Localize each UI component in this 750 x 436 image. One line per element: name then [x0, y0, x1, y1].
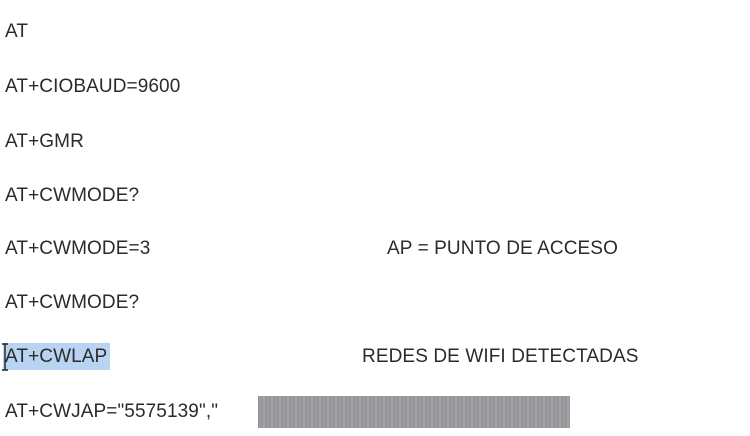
note-wifi-networks: REDES DE WIFI DETECTADAS [362, 346, 639, 367]
command-at: AT [5, 21, 29, 42]
selected-text-cwlap[interactable]: AT+CWLAP [3, 343, 111, 370]
document-page: AT AT+CIOBAUD=9600 AT+GMR AT+CWMODE? AT+… [0, 0, 750, 436]
command-ciobaud: AT+CIOBAUD=9600 [5, 76, 181, 97]
command-cwmode-set: AT+CWMODE=3 [5, 238, 151, 259]
command-cwmode-query: AT+CWMODE? [5, 185, 140, 206]
command-gmr: AT+GMR [5, 131, 84, 152]
redacted-password-block [258, 396, 570, 428]
command-cwjap: AT+CWJAP="5575139"," [5, 401, 219, 422]
text-cursor-icon [2, 343, 8, 371]
note-access-point: AP = PUNTO DE ACCESO [387, 238, 618, 259]
command-cwmode-query-2: AT+CWMODE? [5, 292, 140, 313]
command-cwlap-line[interactable]: AT+CWLAP [3, 343, 111, 370]
